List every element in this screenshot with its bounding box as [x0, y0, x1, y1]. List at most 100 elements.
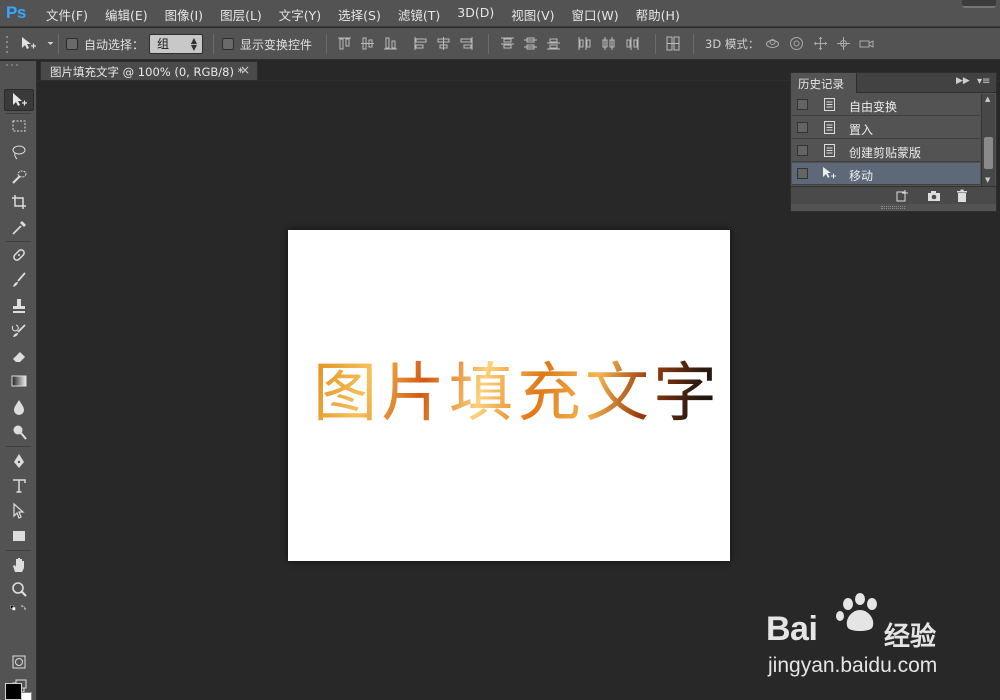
tool-preset-dropdown[interactable] [42, 35, 54, 52]
align-bottom-button[interactable] [382, 35, 399, 52]
distribute-hcenter-button[interactable] [600, 35, 617, 52]
dodge-tool[interactable] [4, 421, 34, 443]
distribute-left-button[interactable] [576, 35, 593, 52]
align-top-button[interactable] [336, 35, 353, 52]
rectangle-tool[interactable] [4, 525, 34, 547]
zoom-tool[interactable] [4, 579, 34, 601]
menu-view[interactable]: 视图(V) [511, 5, 554, 24]
document-icon [824, 98, 835, 111]
history-item-selected[interactable]: 移动 [792, 163, 980, 185]
document-tab[interactable]: 图片填充文字 @ 100% (0, RGB/8) * × [40, 61, 258, 81]
3d-slide-icon [837, 37, 850, 50]
menu-3d[interactable]: 3D(D) [457, 5, 494, 24]
history-source-checkbox[interactable] [797, 122, 808, 133]
menu-window[interactable]: 窗口(W) [572, 5, 619, 24]
history-panel-tab[interactable]: 历史记录 [791, 73, 857, 93]
history-item[interactable]: 自由变换 [792, 94, 980, 116]
eyedropper-icon [12, 221, 26, 235]
distribute-top-icon [501, 37, 514, 49]
align-left-icon [414, 37, 427, 50]
menu-help[interactable]: 帮助(H) [636, 5, 680, 24]
history-source-checkbox[interactable] [797, 145, 808, 156]
scroll-up-icon[interactable]: ▲ [985, 95, 990, 103]
history-item[interactable]: 创建剪贴蒙版 [792, 140, 980, 162]
path-selection-tool[interactable] [4, 500, 34, 522]
3d-rotate-button[interactable] [764, 35, 781, 52]
panel-resize-grip[interactable] [881, 206, 905, 209]
eraser-tool[interactable] [4, 345, 34, 367]
watermark-brand-suffix: du [817, 610, 858, 648]
quick-mask-button[interactable] [4, 651, 34, 673]
brush-tool[interactable] [4, 269, 34, 291]
history-source-checkbox[interactable] [797, 99, 808, 110]
menu-layer[interactable]: 图层(L) [220, 5, 262, 24]
3d-pan-button[interactable] [812, 35, 829, 52]
align-hcenter-button[interactable] [435, 35, 452, 52]
history-item[interactable]: 置入 [792, 117, 980, 139]
show-transform-option: 显示变换控件 [222, 28, 312, 60]
move-tool[interactable] [4, 89, 34, 111]
eyedropper-tool[interactable] [4, 217, 34, 239]
clone-stamp-tool[interactable] [4, 295, 34, 317]
menu-bar: Ps 文件(F) 编辑(E) 图像(I) 图层(L) 文字(Y) 选择(S) 滤… [0, 0, 1000, 27]
show-transform-label: 显示变换控件 [240, 37, 313, 52]
history-source-checkbox[interactable] [797, 168, 808, 179]
menu-type[interactable]: 文字(Y) [279, 5, 321, 24]
close-icon[interactable]: × [240, 63, 250, 77]
collapse-panel-icon[interactable]: ▶▶ [956, 76, 970, 86]
blur-tool[interactable] [4, 396, 34, 418]
history-scrollbar[interactable]: ▲ ▼ [981, 94, 995, 186]
watermark-brand-text: Bai [766, 610, 818, 648]
magnifier-icon [12, 582, 27, 597]
menu-edit[interactable]: 编辑(E) [105, 5, 148, 24]
tool-preset-picker[interactable] [20, 35, 37, 52]
menu-select[interactable]: 选择(S) [338, 5, 381, 24]
quick-selection-tool[interactable] [4, 166, 34, 188]
scroll-down-icon[interactable]: ▼ [985, 176, 990, 184]
align-left-button[interactable] [412, 35, 429, 52]
type-tool[interactable] [4, 475, 34, 497]
window-control-button[interactable] [962, 0, 996, 8]
align-horizontal-center-icon [437, 37, 450, 50]
3d-slide-button[interactable] [835, 35, 852, 52]
trash-icon[interactable] [955, 189, 969, 203]
align-right-button[interactable] [458, 35, 475, 52]
distribute-vcenter-button[interactable] [522, 35, 539, 52]
distribute-right-button[interactable] [624, 35, 641, 52]
healing-brush-tool[interactable] [4, 244, 34, 266]
history-item-label: 创建剪贴蒙版 [849, 146, 922, 160]
auto-align-button[interactable] [665, 35, 682, 52]
foreground-color-swatch[interactable] [5, 683, 22, 700]
scrollbar-thumb[interactable] [984, 137, 993, 169]
auto-select-checkbox[interactable] [66, 38, 78, 50]
auto-select-dropdown[interactable]: 组 ▲ ▼ [149, 34, 203, 54]
3d-scale-button[interactable] [858, 35, 875, 52]
panel-menu-icon[interactable]: ▾≡ [977, 76, 990, 87]
history-brush-tool[interactable] [4, 320, 34, 342]
pen-icon [14, 454, 24, 468]
path-selection-icon [13, 502, 25, 519]
gradient-tool[interactable] [4, 370, 34, 392]
auto-select-label: 自动选择： [84, 37, 145, 52]
menu-filter[interactable]: 滤镜(T) [398, 5, 440, 24]
history-item-label: 移动 [849, 169, 874, 183]
camera-icon[interactable] [927, 189, 941, 203]
hand-tool[interactable] [4, 554, 34, 576]
menu-image[interactable]: 图像(I) [165, 5, 203, 24]
move-tool-icon [22, 37, 36, 49]
history-panel: 历史记录 ▶▶ ▾≡ 自由变换 置入 创建剪贴蒙版 移动 ▲ ▼ [790, 72, 997, 212]
document-canvas[interactable]: 图片填充文字 [288, 230, 730, 561]
pen-tool[interactable] [4, 450, 34, 472]
show-transform-checkbox[interactable] [222, 38, 234, 50]
distribute-bottom-button[interactable] [545, 35, 562, 52]
crop-tool[interactable] [4, 191, 34, 213]
distribute-top-button[interactable] [499, 35, 516, 52]
3d-roll-button[interactable] [788, 35, 805, 52]
align-vcenter-button[interactable] [359, 35, 376, 52]
new-document-from-state-icon[interactable] [895, 189, 909, 203]
menu-file[interactable]: 文件(F) [46, 5, 88, 24]
lasso-tool[interactable] [4, 141, 34, 163]
marquee-tool[interactable] [4, 115, 34, 137]
swap-colors-control[interactable] [4, 601, 34, 617]
rectangular-marquee-icon [12, 120, 26, 132]
